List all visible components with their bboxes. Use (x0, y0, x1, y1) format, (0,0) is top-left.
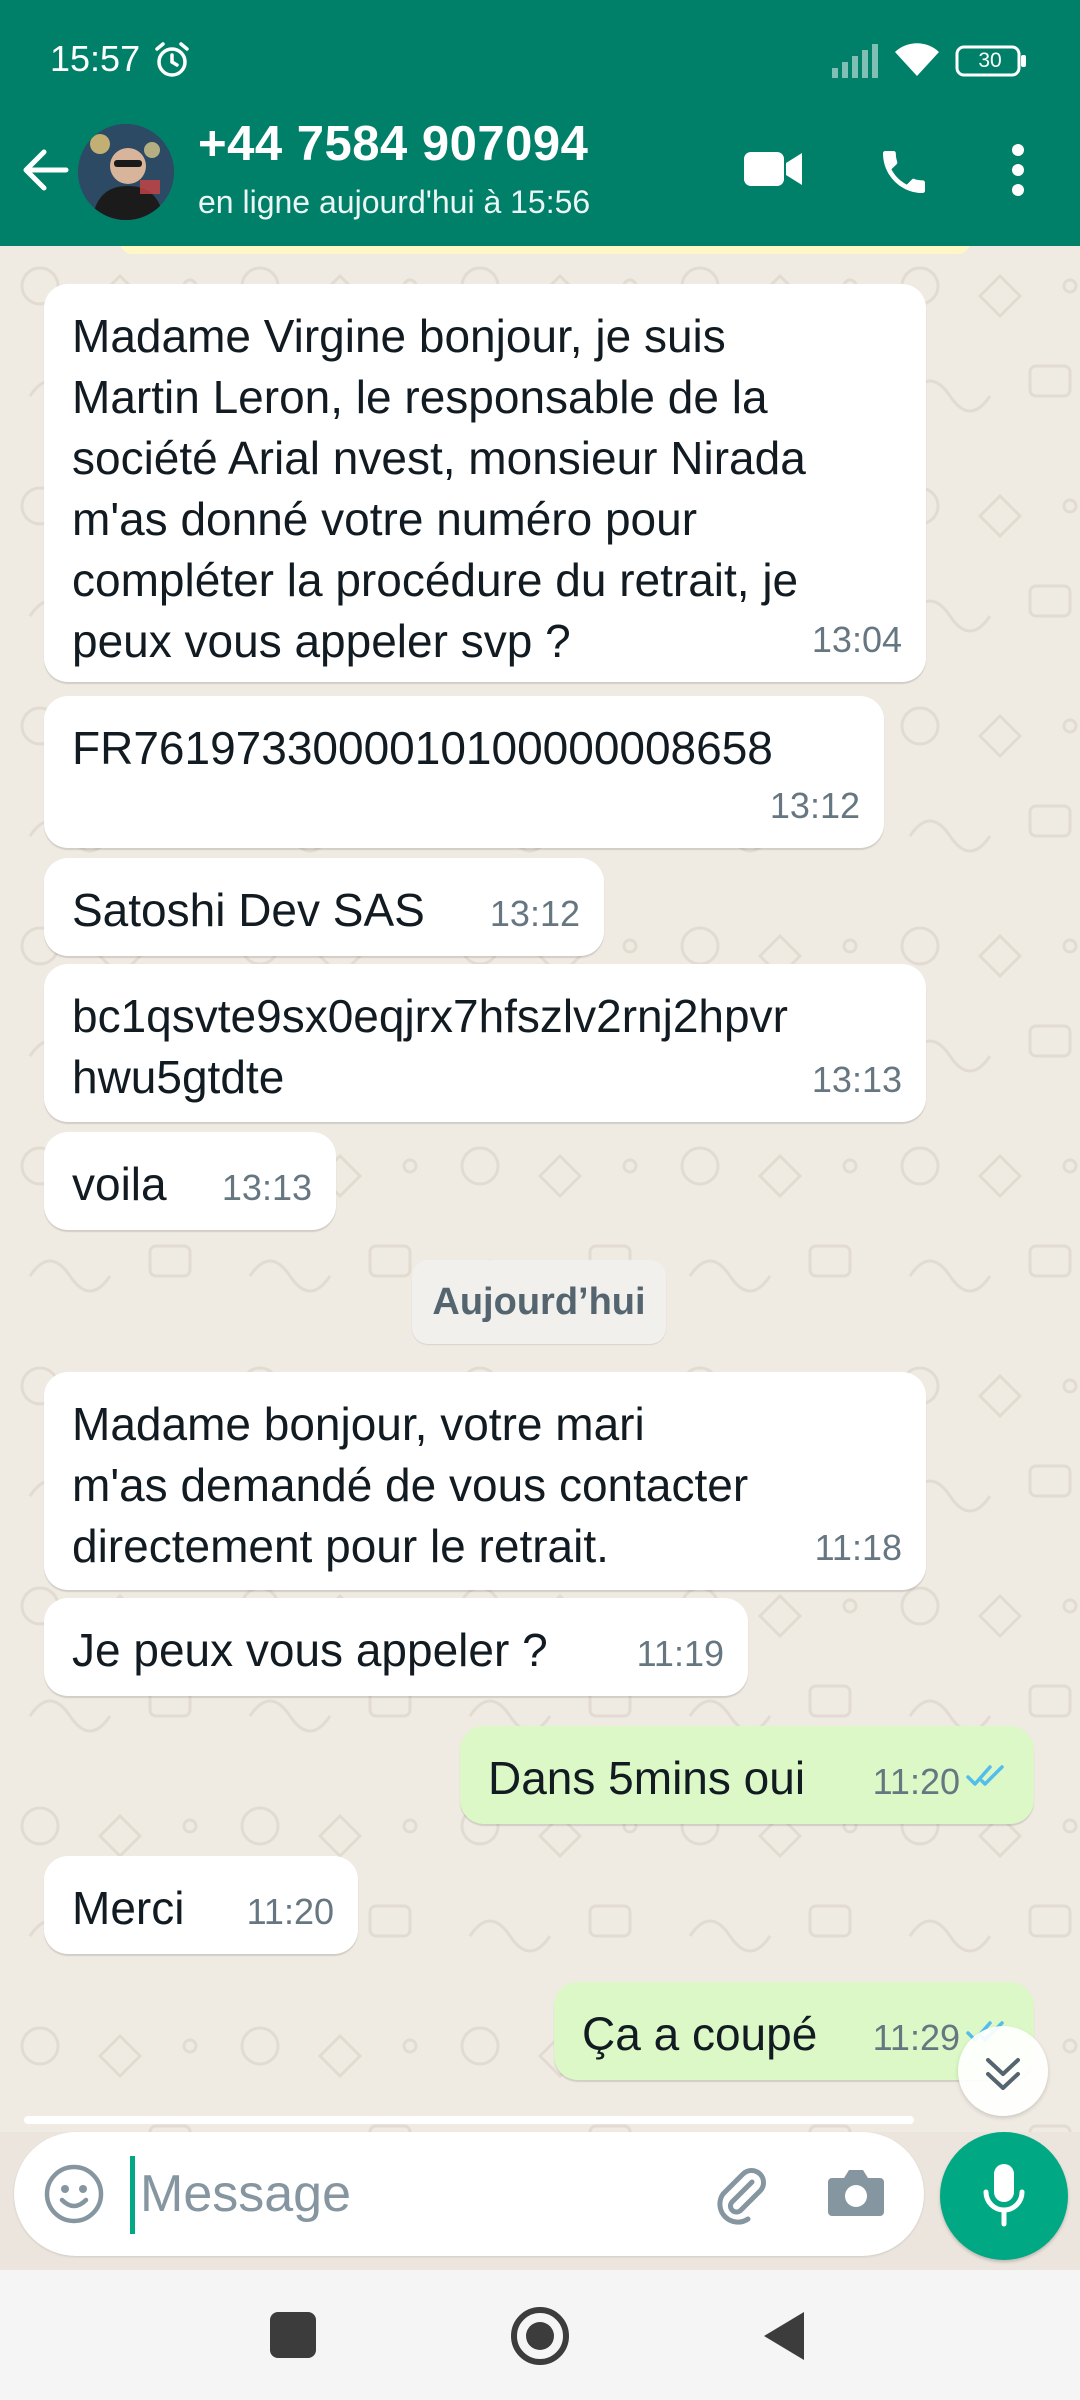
home-icon[interactable] (508, 2304, 572, 2373)
message-time: 11:29 (872, 2017, 960, 2058)
message-bubble[interactable]: Satoshi Dev SAS 13:12 (44, 858, 604, 956)
message-bubble[interactable]: bc1qsvte9sx0eqjrx7hfszlv2rnj2hpvr hwu5gt… (44, 964, 926, 1122)
composer-bar (14, 2132, 924, 2256)
app-header: 15:57 30 +44 7584 907094 en ligne aujour… (0, 0, 1080, 246)
message-bubble[interactable]: Merci 11:20 (44, 1856, 358, 1954)
status-time: 15:57 (50, 38, 141, 79)
text-cursor (130, 2156, 135, 2234)
signal-icon (830, 44, 880, 83)
chat-area[interactable]: Madame Virgine bonjour, je suis Martin L… (0, 246, 1080, 2132)
attach-icon[interactable] (708, 2162, 772, 2231)
back-arrow-icon[interactable] (20, 144, 72, 201)
more-options-icon[interactable] (1004, 140, 1032, 205)
scroll-to-bottom-button[interactable] (958, 2026, 1048, 2116)
message-time: 11:20 (872, 1761, 960, 1802)
message-text: Je peux vous appeler ? (72, 1624, 548, 1676)
camera-icon[interactable] (826, 2164, 886, 2225)
recents-icon[interactable] (270, 2312, 316, 2358)
message-bubble[interactable]: voila 13:13 (44, 1132, 336, 1230)
message-text: Madame bonjour, votre mari m'as demandé … (72, 1398, 749, 1572)
next-message-edge (24, 2116, 914, 2124)
status-bar: 15:57 30 (0, 0, 1080, 120)
message-text: FR7619733000010100000008658 (72, 722, 773, 774)
voice-call-icon[interactable] (876, 144, 932, 205)
message-time: 11:19 (636, 1633, 724, 1674)
message-time: 13:04 (811, 619, 902, 660)
mic-icon (982, 2162, 1026, 2235)
message-time: 13:13 (811, 1059, 902, 1100)
message-input[interactable] (140, 2148, 700, 2240)
mic-button[interactable] (940, 2132, 1068, 2260)
message-bubble[interactable]: Madame bonjour, votre mari m'as demandé … (44, 1372, 926, 1590)
contact-status: en ligne aujourd'hui à 15:56 (198, 184, 591, 220)
previous-message-edge (120, 246, 970, 254)
message-bubble-outgoing[interactable]: Dans 5mins oui 11:20 (460, 1726, 1034, 1824)
message-bubble[interactable]: Madame Virgine bonjour, je suis Martin L… (44, 284, 926, 682)
contact-name[interactable]: +44 7584 907094 (198, 116, 588, 172)
back-icon[interactable] (760, 2308, 808, 2369)
system-nav-bar (0, 2270, 1080, 2400)
message-time: 13:13 (221, 1167, 312, 1208)
message-time: 11:18 (814, 1527, 902, 1568)
battery-level: 30 (978, 49, 1002, 72)
video-call-icon[interactable] (742, 148, 804, 195)
emoji-icon[interactable] (42, 2162, 106, 2231)
double-chevron-down-icon (986, 2058, 1020, 2090)
wifi-icon (893, 40, 941, 83)
message-bubble[interactable]: Je peux vous appeler ? 11:19 (44, 1598, 748, 1696)
message-time: 11:20 (246, 1891, 334, 1932)
message-bubble[interactable]: FR7619733000010100000008658 13:12 (44, 696, 884, 848)
read-ticks-icon (966, 1743, 1012, 1804)
date-separator: Aujourd’hui (412, 1260, 666, 1344)
message-text: Madame Virgine bonjour, je suis Martin L… (72, 310, 806, 667)
message-text: bc1qsvte9sx0eqjrx7hfszlv2rnj2hpvr hwu5gt… (72, 990, 788, 1103)
message-time: 13:12 (769, 785, 860, 826)
alarm-icon (152, 40, 192, 85)
avatar[interactable] (78, 124, 174, 220)
message-time: 13:12 (489, 893, 580, 934)
